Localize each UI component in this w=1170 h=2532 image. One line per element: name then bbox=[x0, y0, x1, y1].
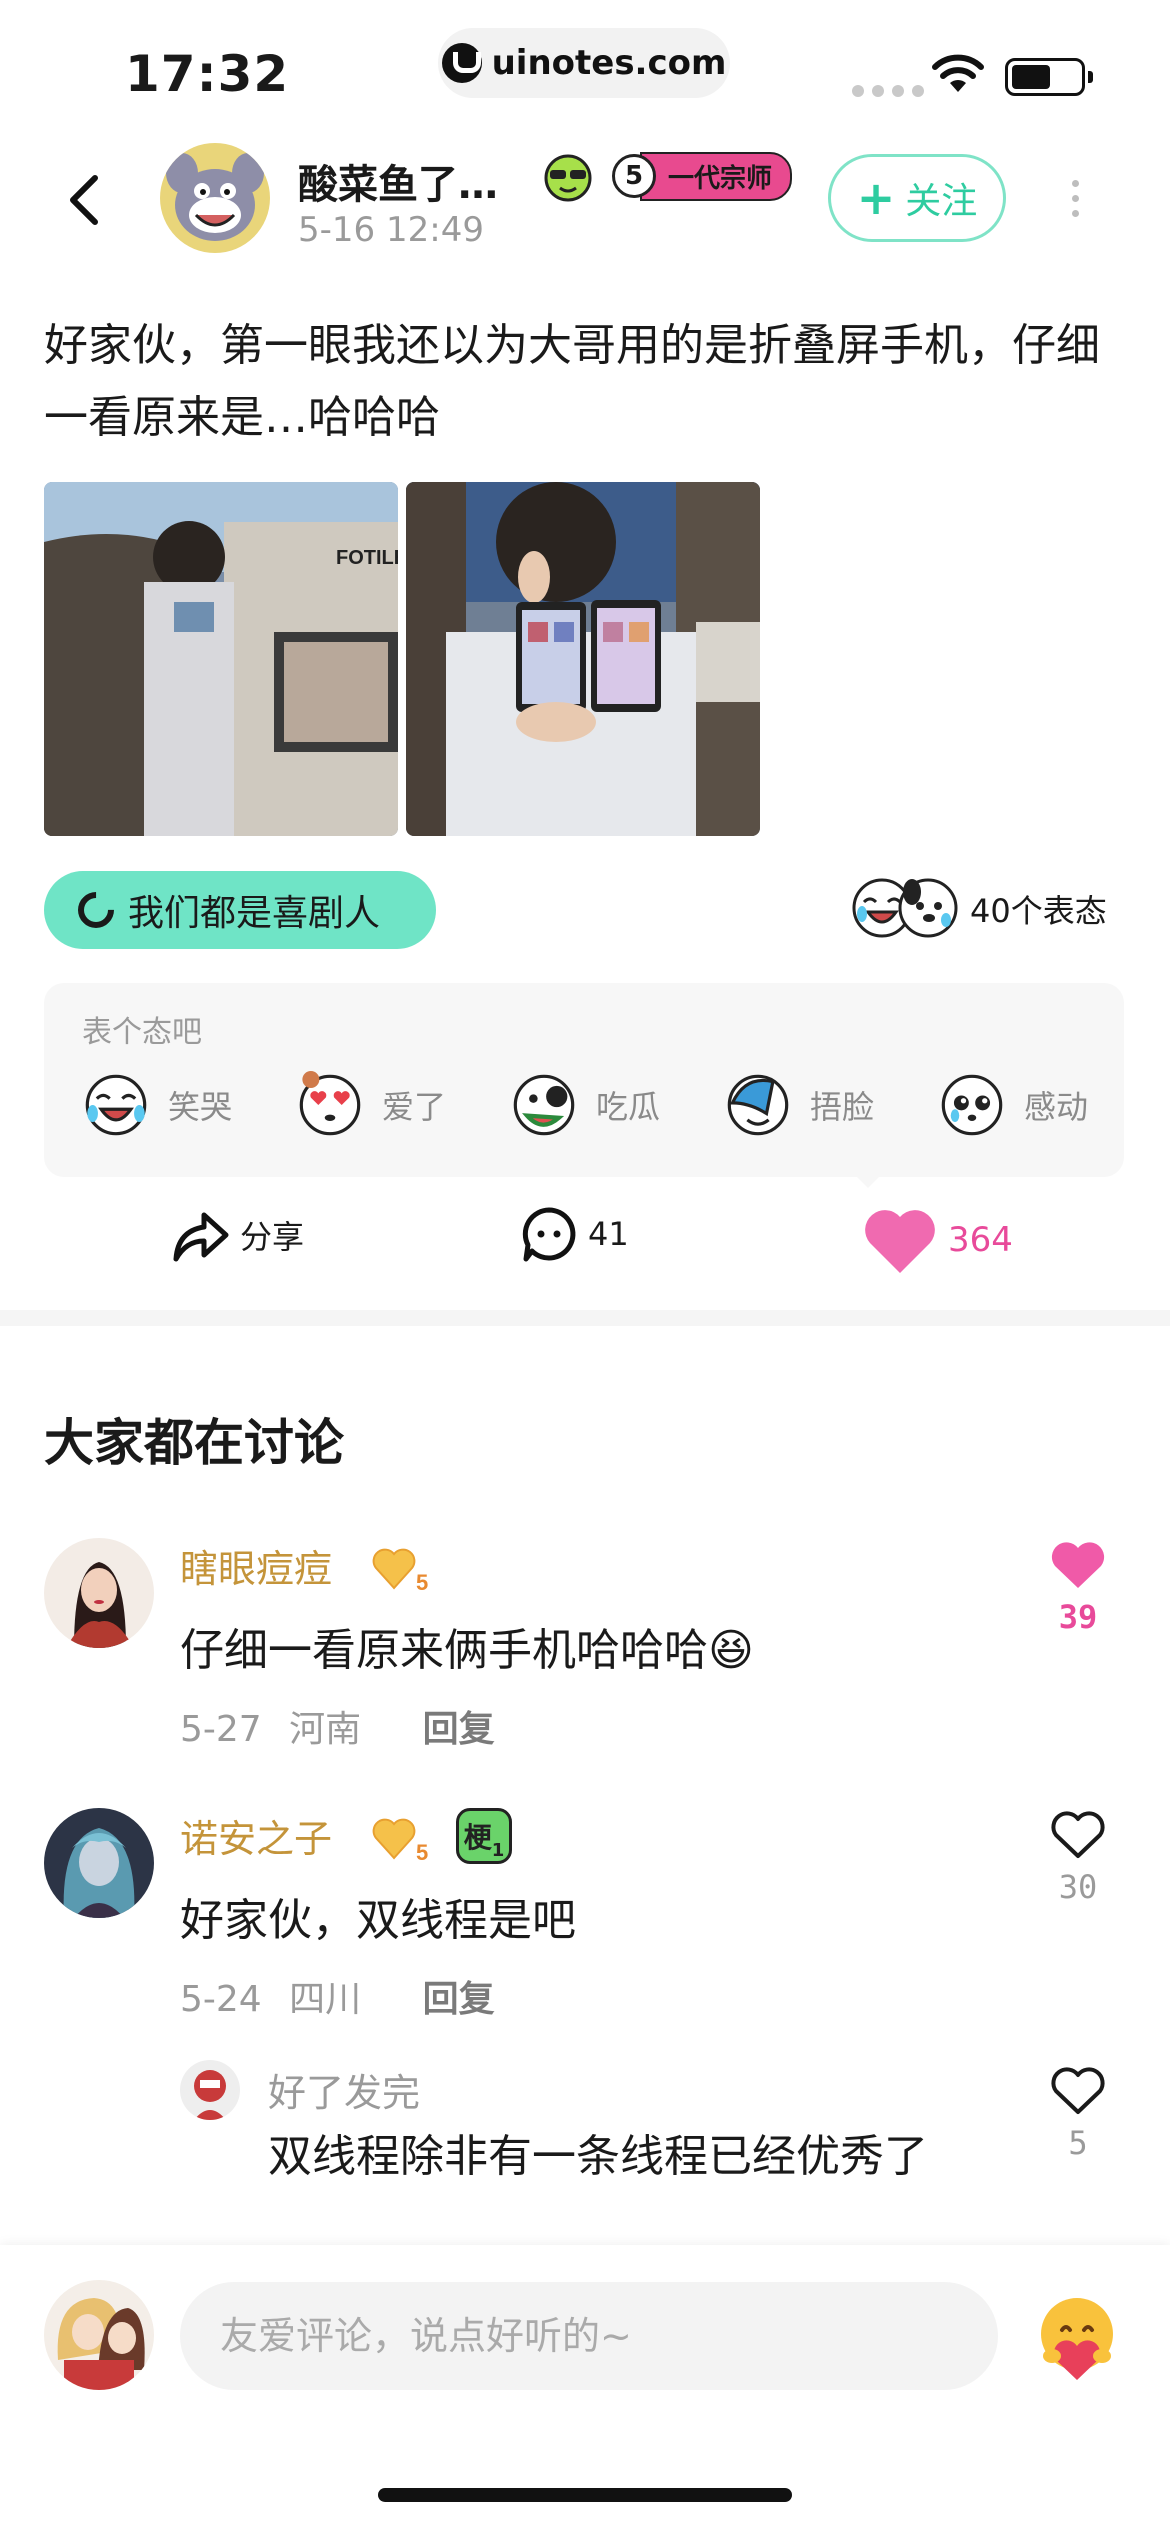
share-label: 分享 bbox=[240, 1218, 305, 1256]
commenter-name[interactable]: 瞎眼痘痘 bbox=[180, 1538, 332, 1593]
reaction-option-label: 捂脸 bbox=[810, 1088, 875, 1126]
url-pill[interactable]: uinotes.com bbox=[438, 28, 730, 98]
post-photo-1[interactable]: FOTILE bbox=[44, 482, 398, 836]
like-button[interactable]: 364 bbox=[862, 1205, 1013, 1275]
reply-author-name[interactable]: 好了发完 bbox=[268, 2062, 420, 2117]
post-header: 酸菜鱼了… 5-16 12:49 5 一代宗师 + 关注 bbox=[0, 130, 1170, 270]
battery-icon bbox=[1005, 58, 1093, 96]
reaction-panel: 表个态吧 笑哭 爱了 吃瓜 捂脸 感动 bbox=[44, 983, 1124, 1177]
meme-badge-level: 1 bbox=[491, 1840, 505, 1861]
share-arrow-icon bbox=[173, 1212, 229, 1262]
author-name[interactable]: 酸菜鱼了… bbox=[298, 152, 498, 210]
emoji-picker-icon[interactable] bbox=[1030, 2290, 1124, 2384]
topic-label: 我们都是喜剧人 bbox=[128, 893, 381, 934]
reaction-option-touched[interactable]: 感动 bbox=[938, 1069, 1088, 1141]
dog-face-icon bbox=[898, 878, 958, 938]
level-number: 5 bbox=[416, 1570, 428, 1594]
my-avatar[interactable] bbox=[44, 2280, 154, 2390]
reply-button[interactable]: 回复 bbox=[423, 1709, 495, 1750]
comment-bubble-icon bbox=[522, 1207, 576, 1262]
plus-icon: + bbox=[856, 171, 896, 225]
reaction-option-label: 笑哭 bbox=[168, 1088, 233, 1126]
comment-text: 好家伙，双线程是吧 bbox=[180, 1895, 576, 1946]
like-count: 364 bbox=[948, 1220, 1013, 1260]
post-time: 5-16 12:49 bbox=[298, 210, 484, 250]
reaction-option-eat-melon[interactable]: 吃瓜 bbox=[510, 1069, 660, 1141]
reaction-option-love[interactable]: 爱了 bbox=[296, 1069, 446, 1141]
comment-like-count: 39 bbox=[1058, 1598, 1098, 1636]
reaction-option-label: 爱了 bbox=[382, 1088, 447, 1126]
reaction-prompt: 表个态吧 bbox=[82, 1015, 202, 1050]
more-options-icon[interactable] bbox=[1072, 180, 1079, 217]
post-text: 好家伙，第一眼我还以为大哥用的是折叠屏手机，仔细一看原来是…哈哈哈 bbox=[44, 320, 1100, 443]
commenter-name[interactable]: 诺安之子 bbox=[180, 1808, 332, 1863]
comment-like-button[interactable]: 30 bbox=[1046, 1810, 1110, 1906]
rank-label: 一代宗师 bbox=[640, 151, 793, 201]
status-bar: 17:32 uinotes.com bbox=[0, 0, 1170, 130]
level-heart-badge-icon: 5 bbox=[372, 1548, 428, 1594]
comment-meta: 5-27 河南 回复 bbox=[180, 1700, 495, 1752]
comment-date: 5-24 bbox=[180, 1979, 262, 2020]
heart-outline-icon bbox=[1051, 1811, 1105, 1858]
reaction-count: 40个表态 bbox=[970, 892, 1107, 930]
facepalm-face-icon bbox=[727, 1074, 789, 1136]
wifi-icon bbox=[932, 54, 984, 92]
reply-like-button[interactable]: 5 bbox=[1046, 2066, 1110, 2162]
comment-like-button[interactable]: 39 bbox=[1046, 1540, 1110, 1636]
url-text: uinotes.com bbox=[491, 43, 727, 83]
back-arrow-icon[interactable] bbox=[55, 170, 115, 230]
home-indicator[interactable] bbox=[378, 2488, 792, 2502]
comment-button[interactable]: 41 bbox=[520, 1205, 629, 1263]
reply-text: 双线程除非有一条线程已经优秀了 bbox=[268, 2131, 928, 2182]
rank-badge: 5 一代宗师 bbox=[612, 148, 793, 204]
meme-badge: 梗 1 bbox=[456, 1808, 512, 1864]
heart-eyes-face-icon bbox=[299, 1071, 361, 1136]
post-photo-2[interactable] bbox=[406, 482, 760, 836]
author-avatar[interactable] bbox=[160, 143, 270, 253]
share-button[interactable]: 分享 bbox=[170, 1205, 304, 1265]
status-time: 17:32 bbox=[125, 45, 290, 103]
reaction-option-facepalm[interactable]: 捂脸 bbox=[724, 1069, 874, 1141]
reactions-summary[interactable]: 40个表态 bbox=[850, 876, 1107, 942]
reaction-option-label: 感动 bbox=[1024, 1088, 1089, 1126]
follow-button[interactable]: + 关注 bbox=[828, 154, 1006, 242]
comment-text: 仔细一看原来俩手机哈哈哈😆 bbox=[180, 1625, 754, 1676]
commenter-avatar[interactable] bbox=[44, 1808, 154, 1918]
reaction-panel-pointer bbox=[852, 1172, 884, 1188]
uinotes-logo-icon bbox=[441, 43, 482, 83]
comment-location: 四川 bbox=[289, 1979, 362, 2020]
cellular-signal-icon bbox=[852, 85, 924, 97]
comment-count: 41 bbox=[588, 1215, 629, 1253]
laugh-cry-face-icon bbox=[85, 1074, 147, 1136]
comment-meta: 5-24 四川 回复 bbox=[180, 1970, 495, 2022]
follow-label: 关注 bbox=[905, 181, 978, 222]
comment-input[interactable] bbox=[180, 2282, 998, 2390]
section-divider bbox=[0, 1310, 1170, 1326]
topic-icon bbox=[70, 884, 122, 936]
reply-avatar[interactable] bbox=[180, 2060, 240, 2120]
heart-filled-icon bbox=[1051, 1542, 1105, 1588]
touched-face-icon bbox=[941, 1074, 1003, 1136]
comment-date: 5-27 bbox=[180, 1709, 262, 1750]
level-number: 5 bbox=[416, 1840, 428, 1864]
rank-number: 5 bbox=[612, 154, 656, 198]
post-action-bar: 分享 41 364 bbox=[0, 1195, 1170, 1285]
comments-section-title: 大家都在讨论 bbox=[44, 1414, 344, 1472]
reaction-faces bbox=[850, 876, 960, 942]
level-heart-badge-icon: 5 bbox=[372, 1818, 428, 1864]
melon-eating-face-icon bbox=[513, 1074, 575, 1136]
reaction-option-laugh-cry[interactable]: 笑哭 bbox=[82, 1069, 232, 1141]
comment-location: 河南 bbox=[289, 1709, 362, 1750]
comment-like-count: 30 bbox=[1058, 1868, 1098, 1906]
meme-badge-text: 梗 bbox=[463, 1821, 492, 1854]
photo-seat-sign: FOTILE bbox=[336, 547, 398, 569]
heart-outline-icon bbox=[1051, 2067, 1105, 2114]
reply-button[interactable]: 回复 bbox=[423, 1979, 495, 2020]
cool-face-badge-icon bbox=[544, 154, 592, 202]
topic-tag[interactable]: 我们都是喜剧人 bbox=[44, 871, 436, 949]
reply-like-count: 5 bbox=[1068, 2124, 1088, 2162]
reaction-option-label: 吃瓜 bbox=[596, 1088, 661, 1126]
heart-filled-icon bbox=[865, 1210, 935, 1273]
commenter-avatar[interactable] bbox=[44, 1538, 154, 1648]
